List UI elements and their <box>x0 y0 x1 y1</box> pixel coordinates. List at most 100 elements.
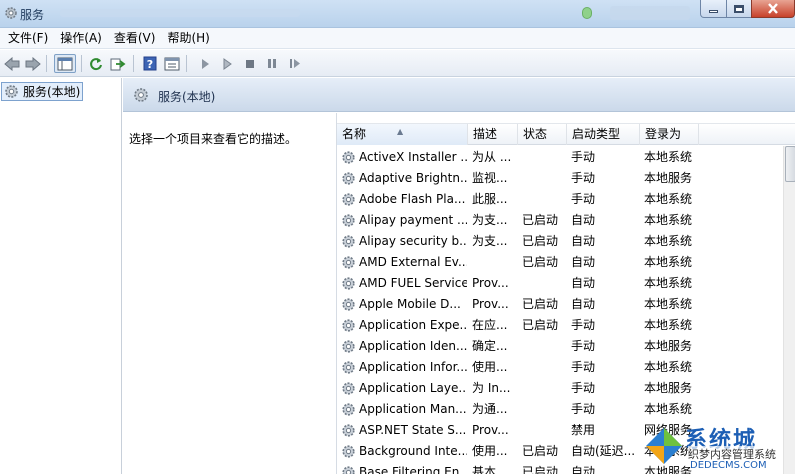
column-header-name[interactable]: ▲ 名称 <box>337 124 468 145</box>
table-row[interactable]: Apple Mobile D... Prov... 已启动 自动 本地系统 <box>337 294 783 315</box>
service-log-on-as: 本地服务 <box>644 339 693 353</box>
table-row[interactable]: Application Man... 为通... 手动 本地系统 <box>337 399 783 420</box>
service-name: ActiveX Installer ... <box>359 150 467 164</box>
service-name: Application Man... <box>359 402 467 416</box>
service-log-on-as: 本地系统 <box>644 297 693 311</box>
service-status: 已启动 <box>522 444 559 458</box>
title-bar: 服务 <box>0 0 795 28</box>
toolbar-divider <box>81 55 82 72</box>
table-row[interactable]: Adaptive Brightn... 监视... 手动 本地服务 <box>337 168 783 189</box>
gear-icon <box>342 382 355 395</box>
service-status: 已启动 <box>522 234 559 248</box>
toolbar: ? <box>0 50 795 77</box>
column-header-status[interactable]: 状态 <box>518 124 567 145</box>
maximize-button[interactable] <box>726 0 752 18</box>
tree-item-services-local[interactable]: 服务(本地) <box>1 82 83 101</box>
service-startup-type: 手动 <box>571 402 596 416</box>
service-description: 为通... <box>472 402 508 416</box>
service-description <box>472 252 514 273</box>
gear-icon <box>342 445 355 458</box>
table-row[interactable]: AMD FUEL Service Prov... 自动 本地系统 <box>337 273 783 294</box>
minimize-icon <box>709 10 718 13</box>
service-startup-type: 自动 <box>571 234 596 248</box>
console-tree-button[interactable] <box>54 54 76 73</box>
minimize-button[interactable] <box>700 0 727 18</box>
service-description: Prov... <box>472 423 509 437</box>
close-button[interactable] <box>751 0 795 18</box>
service-status <box>522 378 566 399</box>
table-row[interactable]: Application Iden... 确定... 手动 本地服务 <box>337 336 783 357</box>
service-status <box>522 399 566 420</box>
menu-action[interactable]: 操作(A) <box>54 28 108 48</box>
table-row[interactable]: ActiveX Installer ... 为从 ... 手动 本地系统 <box>337 147 783 168</box>
service-log-on-as: 本地服务 <box>644 381 693 395</box>
resume-icon <box>289 59 300 68</box>
column-header-startup-type[interactable]: 启动类型 <box>567 124 640 145</box>
service-name: Alipay security b... <box>359 234 467 248</box>
gear-icon <box>342 277 355 290</box>
gear-icon <box>342 193 355 206</box>
service-log-on-as: 本地系统 <box>644 276 693 290</box>
service-status <box>522 336 566 357</box>
service-log-on-as: 本地系统 <box>644 192 693 206</box>
resume-service-button[interactable] <box>285 54 304 73</box>
service-startup-type: 手动 <box>571 192 596 206</box>
play-outline-icon <box>223 57 232 70</box>
console-tree-icon <box>57 57 73 70</box>
table-row[interactable]: Application Expe... 在应... 已启动 手动 本地系统 <box>337 315 783 336</box>
service-name: Adobe Flash Pla... <box>359 192 466 206</box>
properties-icon <box>164 57 179 70</box>
menu-view[interactable]: 查看(V) <box>108 28 162 48</box>
gear-icon <box>342 466 355 474</box>
maximize-icon <box>734 4 744 13</box>
service-description: 基本... <box>472 465 508 474</box>
back-button[interactable] <box>2 54 21 73</box>
service-status <box>522 147 566 168</box>
service-name: AMD FUEL Service <box>359 276 467 290</box>
service-startup-type: 手动 <box>571 150 596 164</box>
table-row[interactable]: Alipay security b... 为支... 已启动 自动 本地系统 <box>337 231 783 252</box>
menu-help[interactable]: 帮助(H) <box>161 28 215 48</box>
table-row[interactable]: AMD External Ev... 已启动 自动 本地系统 <box>337 252 783 273</box>
gear-icon <box>342 424 355 437</box>
service-status: 已启动 <box>522 465 559 474</box>
table-row[interactable]: Alipay payment ... 为支... 已启动 自动 本地系统 <box>337 210 783 231</box>
pause-service-button[interactable] <box>262 54 281 73</box>
service-name: Application Iden... <box>359 339 467 353</box>
properties-button[interactable] <box>162 54 181 73</box>
gear-icon <box>342 151 355 164</box>
refresh-button[interactable] <box>86 54 105 73</box>
menu-file[interactable]: 文件(F) <box>2 28 54 48</box>
gear-icon <box>342 361 355 374</box>
gear-icon <box>342 214 355 227</box>
table-row[interactable]: Adobe Flash Pla... 此服... 手动 本地系统 <box>337 189 783 210</box>
service-startup-type: 自动 <box>571 297 596 311</box>
service-name: Background Inte... <box>359 444 467 458</box>
description-text: 选择一个项目来查看它的描述。 <box>129 132 298 146</box>
tree-item-label: 服务(本地) <box>23 85 81 99</box>
service-log-on-as: 本地服务 <box>644 171 693 185</box>
service-description: 为支... <box>472 234 508 248</box>
forward-button[interactable] <box>23 54 42 73</box>
forward-arrow-icon <box>25 56 41 71</box>
gear-icon <box>342 256 355 269</box>
export-list-icon <box>110 58 125 70</box>
blurred-title-area <box>60 9 300 17</box>
service-startup-type: 禁用 <box>571 423 596 437</box>
scrollbar-thumb[interactable] <box>785 146 795 182</box>
service-status <box>522 420 566 441</box>
stop-service-button[interactable] <box>240 54 259 73</box>
back-arrow-icon <box>3 56 19 71</box>
table-row[interactable]: Application Infor... 使用... 手动 本地系统 <box>337 357 783 378</box>
column-header-description[interactable]: 描述 <box>468 124 518 145</box>
service-status <box>522 357 566 378</box>
play-icon <box>201 58 209 69</box>
help-button[interactable]: ? <box>140 54 159 73</box>
export-list-button[interactable] <box>108 54 127 73</box>
column-header-log-on-as[interactable]: 登录为 <box>640 124 699 145</box>
column-header-label: 描述 <box>473 127 498 141</box>
start-service-button[interactable] <box>195 54 214 73</box>
table-row[interactable]: Application Laye... 为 In... 手动 本地服务 <box>337 378 783 399</box>
start-service-alt-button[interactable] <box>217 54 236 73</box>
service-log-on-as: 本地系统 <box>644 318 693 332</box>
